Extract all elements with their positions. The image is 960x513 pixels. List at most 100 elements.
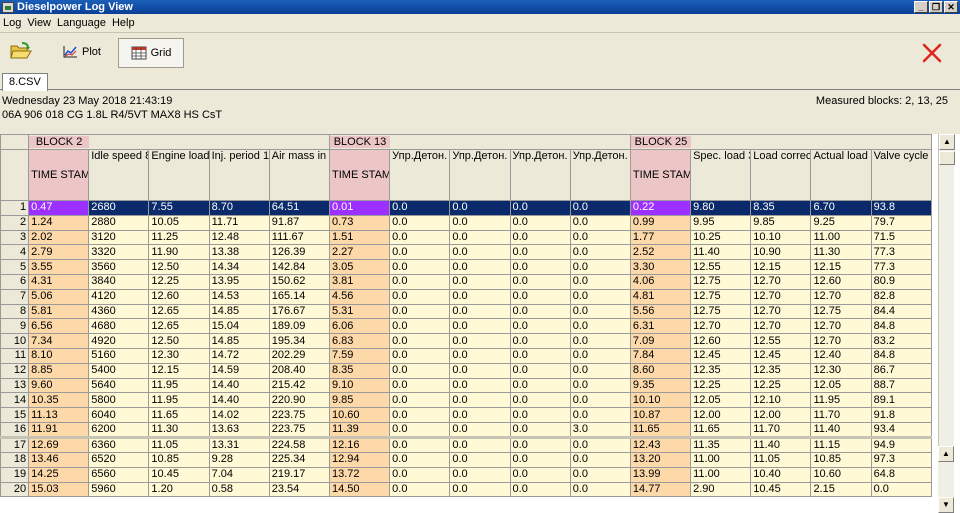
menu-view[interactable]: View	[26, 17, 56, 29]
table-cell[interactable]: 0.0	[569, 259, 631, 275]
table-cell[interactable]: 12.35	[690, 362, 752, 379]
table-cell[interactable]: 4.06	[629, 273, 692, 290]
table-cell[interactable]: 215.42	[268, 377, 331, 394]
table-cell[interactable]: 0.0	[449, 421, 511, 438]
table-cell[interactable]: 0.0	[449, 377, 511, 394]
table-cell[interactable]: 79.7	[870, 214, 933, 231]
table-cell[interactable]: 12.60	[690, 333, 752, 349]
table-cell[interactable]: 0.0	[569, 333, 631, 349]
table-cell[interactable]: 2.02	[28, 229, 90, 246]
table-cell[interactable]: 11.15	[810, 435, 872, 453]
table-cell[interactable]: 14.40	[208, 392, 270, 409]
table-cell[interactable]: 9.80	[690, 200, 752, 216]
table-cell[interactable]: 89.1	[870, 392, 933, 409]
table-cell[interactable]: 6360	[88, 435, 150, 453]
table-cell[interactable]: 0.0	[449, 435, 511, 453]
table-cell[interactable]: 0.0	[509, 466, 571, 483]
table-cell[interactable]: 2880	[88, 214, 150, 231]
column-header[interactable]: TIME STAMP	[328, 149, 391, 201]
table-cell[interactable]: 10.05	[148, 214, 210, 231]
table-cell[interactable]: 0.99	[629, 214, 692, 231]
table-row[interactable]: 11 8.10 5160 12.30 14.72 202.29 7.59 0.0 0.0 0.0 0…	[0, 347, 933, 364]
table-cell[interactable]: 195.34	[268, 333, 331, 349]
table-cell[interactable]: 0.0	[389, 347, 451, 364]
table-cell[interactable]: 0.0	[509, 229, 571, 246]
table-cell[interactable]: 12.69	[28, 435, 90, 453]
table-cell[interactable]: 0.0	[569, 303, 631, 320]
table-cell[interactable]: 12.30	[810, 362, 872, 379]
table-cell[interactable]: 9.95	[690, 214, 752, 231]
column-header[interactable]: TIME STAMP	[629, 149, 692, 201]
table-cell[interactable]: 0.0	[449, 333, 511, 349]
table-cell[interactable]: 220.90	[268, 392, 331, 409]
table-cell[interactable]: 5.56	[629, 303, 692, 320]
table-cell[interactable]: 6.56	[28, 318, 90, 335]
table-cell[interactable]: 12.48	[208, 229, 270, 246]
table-cell[interactable]: 9.10	[328, 377, 391, 394]
table-cell[interactable]: 202.29	[268, 347, 331, 364]
table-cell[interactable]: 14.50	[328, 481, 391, 498]
table-cell[interactable]: 0.0	[389, 421, 451, 438]
table-cell[interactable]: 11.35	[690, 435, 752, 453]
table-row[interactable]: 6 4.31 3840 12.25 13.95 150.62 3.81 0.0 0.0 0.0 0.…	[0, 273, 933, 290]
table-cell[interactable]: 94.9	[870, 435, 933, 453]
table-cell[interactable]: 142.84	[268, 259, 331, 275]
table-cell[interactable]: 0.0	[449, 229, 511, 246]
column-header[interactable]: Valve cycle 0-99% %	[870, 149, 933, 201]
close-window-button[interactable]: ✕	[944, 1, 958, 13]
table-cell[interactable]: 0.0	[389, 214, 451, 231]
table-cell[interactable]: 150.62	[268, 273, 331, 290]
table-cell[interactable]: 10.45	[148, 466, 210, 483]
column-header[interactable]: Spec. load 3-8 m/s мс	[690, 149, 752, 201]
column-header[interactable]: Упр.Детон. °	[389, 149, 451, 201]
table-cell[interactable]: 4360	[88, 303, 150, 320]
table-cell[interactable]: 8.85	[28, 362, 90, 379]
table-cell[interactable]: 3120	[88, 229, 150, 246]
table-cell[interactable]: 0.0	[449, 244, 511, 261]
table-cell[interactable]: 0.0	[569, 347, 631, 364]
table-cell[interactable]: 12.00	[750, 407, 812, 423]
table-row[interactable]: 12 8.85 5400 12.15 14.59 208.40 8.35 0.0 0.0 0.0 0…	[0, 362, 933, 379]
table-cell[interactable]: 4920	[88, 333, 150, 349]
column-header[interactable]: Load correc. 0-8 m/s мс	[750, 149, 812, 201]
table-row[interactable]: 7 5.06 4120 12.60 14.53 165.14 4.56 0.0 0.0 0.0 0.…	[0, 288, 933, 305]
table-cell[interactable]: 83.2	[870, 333, 933, 349]
table-cell[interactable]: 3.55	[28, 259, 90, 275]
table-cell[interactable]: 11.30	[810, 244, 872, 261]
table-cell[interactable]: 64.8	[870, 466, 933, 483]
table-cell[interactable]: 11.13	[28, 407, 90, 423]
table-cell[interactable]: 13.95	[208, 273, 270, 290]
table-cell[interactable]: 15.04	[208, 318, 270, 335]
table-cell[interactable]: 77.3	[870, 244, 933, 261]
table-cell[interactable]: 0.0	[449, 466, 511, 483]
table-cell[interactable]: 11.70	[810, 407, 872, 423]
table-cell[interactable]: 0.73	[328, 214, 391, 231]
table-cell[interactable]: 0.0	[509, 362, 571, 379]
scroll-down-button[interactable]: ▼	[938, 497, 954, 513]
table-cell[interactable]: 12.75	[690, 273, 752, 290]
table-cell[interactable]: 23.54	[268, 481, 331, 498]
table-cell[interactable]: 12.35	[750, 362, 812, 379]
table-cell[interactable]: 0.0	[569, 362, 631, 379]
table-cell[interactable]: 10.85	[810, 451, 872, 468]
table-cell[interactable]: 12.70	[750, 273, 812, 290]
table-cell[interactable]: 7.59	[328, 347, 391, 364]
column-header[interactable]: Упр.Детон. °	[449, 149, 511, 201]
table-cell[interactable]: 12.94	[328, 451, 391, 468]
table-cell[interactable]: 5.81	[28, 303, 90, 320]
table-cell[interactable]: 14.85	[208, 303, 270, 320]
table-cell[interactable]: 12.75	[690, 303, 752, 320]
scroll-thumb[interactable]	[939, 151, 955, 165]
table-cell[interactable]: 0.0	[449, 214, 511, 231]
table-cell[interactable]: 0.0	[569, 214, 631, 231]
table-cell[interactable]: 10.25	[690, 229, 752, 246]
table-cell[interactable]: 14.34	[208, 259, 270, 275]
table-cell[interactable]: 0.0	[870, 481, 933, 498]
table-cell[interactable]: 12.15	[148, 362, 210, 379]
table-cell[interactable]: 14.85	[208, 333, 270, 349]
table-cell[interactable]: 10.87	[629, 407, 692, 423]
column-header[interactable]: Air mass in 1.8-4 g/s г/с	[268, 149, 331, 201]
table-cell[interactable]: 12.70	[750, 288, 812, 305]
table-cell[interactable]: 10.10	[750, 229, 812, 246]
table-cell[interactable]: 2.79	[28, 244, 90, 261]
